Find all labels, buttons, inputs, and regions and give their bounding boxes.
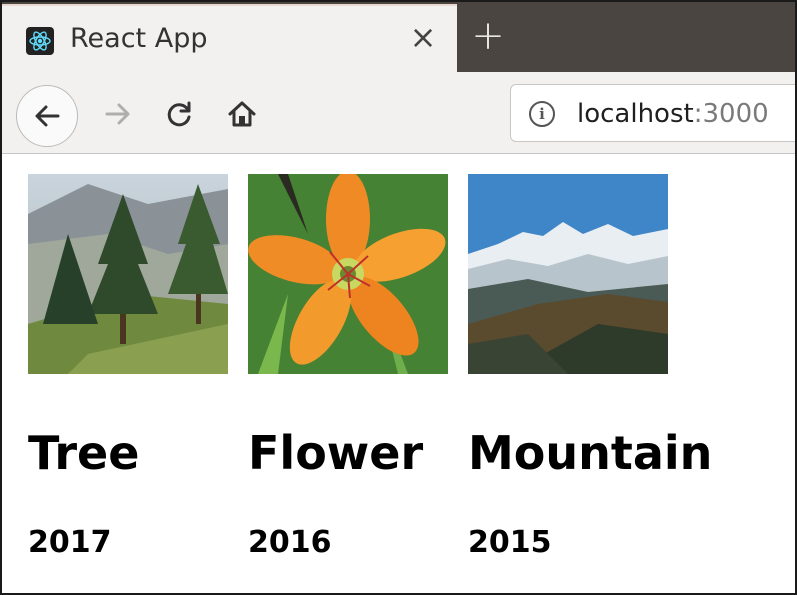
card-mountain: Mountain 2015 [468, 174, 712, 560]
tree-photo [28, 174, 228, 374]
tab-react-app[interactable]: React App × [2, 4, 457, 72]
browser-window: React App × + i localhost:3000 Tree 2017… [0, 0, 797, 595]
url-text[interactable]: localhost:3000 [577, 99, 769, 129]
card-title: Mountain [468, 426, 713, 480]
card-title: Tree [28, 426, 140, 480]
reload-icon [167, 101, 191, 127]
mountain-photo [468, 174, 668, 374]
reload-button[interactable] [158, 92, 202, 136]
flower-photo [248, 174, 448, 374]
forward-arrow-icon [105, 103, 130, 125]
card-year: 2017 [28, 525, 112, 560]
url-host: localhost [577, 99, 694, 129]
tab-strip: React App × + [2, 2, 795, 72]
url-port: :3000 [693, 99, 769, 129]
card-title: Flower [248, 426, 424, 480]
back-button[interactable] [16, 85, 78, 147]
close-icon[interactable]: × [406, 18, 440, 56]
home-button[interactable] [220, 92, 264, 136]
back-arrow-icon [35, 105, 60, 127]
home-icon [228, 101, 256, 127]
card-year: 2015 [468, 525, 552, 560]
tab-title: React App [70, 23, 208, 54]
card-flower: Flower 2016 [248, 174, 458, 560]
card-tree: Tree 2017 [28, 174, 238, 560]
new-tab-button[interactable]: + [466, 13, 510, 59]
forward-button[interactable] [96, 92, 140, 136]
address-bar[interactable]: i localhost:3000 [510, 84, 795, 142]
react-logo-icon [26, 27, 54, 55]
page-content: Tree 2017 Flower 2016 Mountain 2015 [2, 154, 795, 593]
info-icon[interactable]: i [529, 101, 555, 127]
navigation-toolbar: i localhost:3000 [2, 72, 795, 154]
card-year: 2016 [248, 525, 332, 560]
